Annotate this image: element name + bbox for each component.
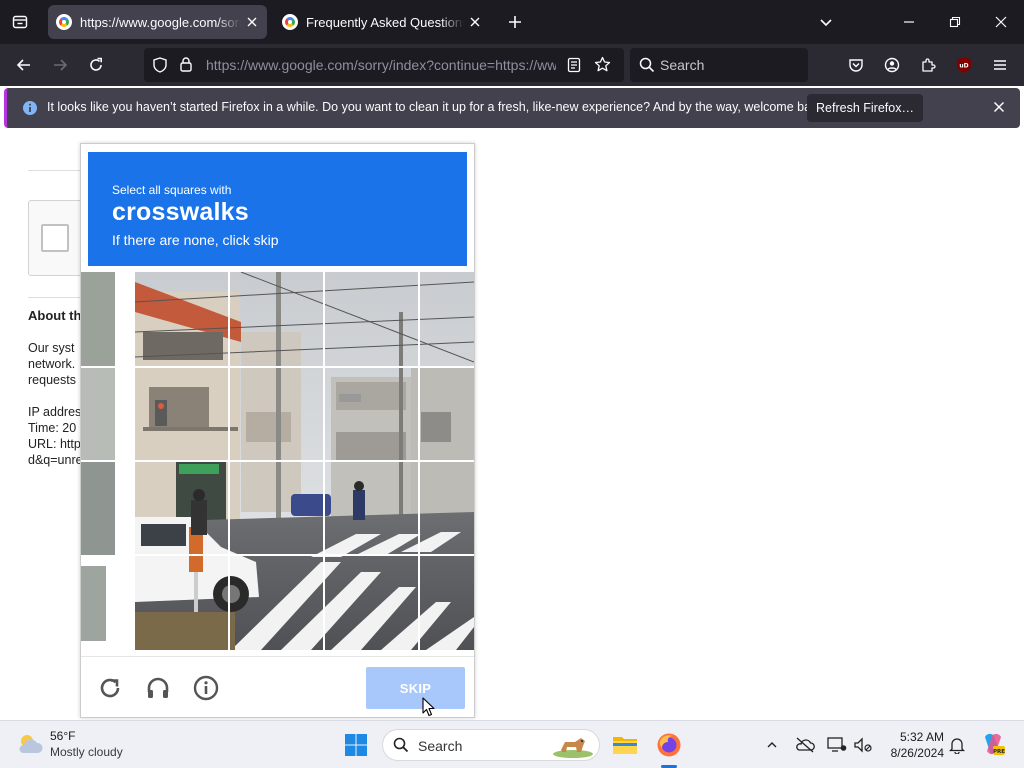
search-highlight-dog-icon bbox=[551, 732, 595, 763]
google-favicon-icon bbox=[56, 14, 72, 30]
url-label: URL: http bbox=[28, 437, 81, 451]
tab-strip: https://www.google.com/sorry/index?conti… bbox=[0, 0, 1024, 44]
svg-text:PRE: PRE bbox=[993, 749, 1005, 755]
info-icon bbox=[22, 100, 38, 121]
new-tab-icon[interactable] bbox=[503, 10, 527, 34]
info-icon[interactable] bbox=[191, 673, 221, 703]
volume-muted-icon[interactable] bbox=[851, 733, 875, 757]
body-text-line: network. bbox=[28, 357, 76, 371]
notification-message: It looks like you haven’t started Firefo… bbox=[47, 100, 828, 114]
reload-icon[interactable] bbox=[82, 51, 110, 79]
challenge-header: Select all squares with crosswalks If th… bbox=[88, 152, 467, 266]
weather-cloud-icon[interactable] bbox=[16, 731, 44, 762]
reader-view-icon[interactable] bbox=[566, 57, 582, 78]
tab-google-sorry[interactable]: https://www.google.com/sorry/index?conti… bbox=[48, 5, 267, 39]
body-text-line: Our syst bbox=[28, 341, 75, 355]
forward-arrow-icon[interactable] bbox=[46, 51, 74, 79]
account-icon[interactable] bbox=[878, 51, 906, 79]
system-clock[interactable]: 5:32 AM 8/26/2024 bbox=[880, 729, 944, 761]
taskbar-search-box[interactable]: Search bbox=[382, 729, 600, 761]
headphones-icon[interactable] bbox=[143, 673, 173, 703]
search-bar[interactable]: Search bbox=[630, 48, 808, 82]
tab-title: https://www.google.com/sorry/index?conti… bbox=[80, 14, 241, 30]
skip-button[interactable]: SKIP bbox=[366, 667, 465, 709]
time-label: Time: 20 bbox=[28, 421, 77, 435]
url-tail: d&q=unre bbox=[28, 453, 83, 467]
divider bbox=[28, 297, 84, 298]
weather-temperature[interactable]: 56°F bbox=[50, 729, 75, 743]
lock-icon[interactable] bbox=[178, 56, 194, 78]
search-placeholder: Search bbox=[660, 57, 705, 73]
about-heading: About th bbox=[28, 308, 82, 323]
recaptcha-challenge: Select all squares with crosswalks If th… bbox=[80, 143, 475, 718]
instruction-text: Select all squares with bbox=[112, 183, 232, 197]
show-hidden-icons-chevron-icon[interactable] bbox=[760, 733, 784, 757]
close-tab-icon[interactable] bbox=[241, 11, 263, 33]
network-display-icon[interactable] bbox=[825, 733, 849, 757]
clock-time: 5:32 AM bbox=[899, 730, 944, 744]
url-text[interactable]: https://www.google.com/sorry/index?conti… bbox=[206, 57, 556, 73]
tab-faq[interactable]: Frequently Asked Questions | noVNC bbox=[274, 5, 490, 39]
close-window-icon[interactable] bbox=[978, 0, 1024, 44]
firefox-icon[interactable] bbox=[652, 729, 686, 761]
chevron-down-icon[interactable] bbox=[814, 10, 838, 34]
refresh-firefox-notification: It looks like you haven’t started Firefo… bbox=[4, 88, 1020, 128]
search-icon bbox=[393, 737, 409, 758]
navigation-toolbar: https://www.google.com/sorry/index?conti… bbox=[0, 44, 1024, 86]
google-favicon-icon bbox=[282, 14, 298, 30]
notification-bell-icon[interactable] bbox=[945, 733, 969, 757]
windows-start-icon[interactable] bbox=[339, 729, 373, 761]
restore-icon[interactable] bbox=[932, 0, 978, 44]
bookmark-star-icon[interactable] bbox=[594, 56, 611, 78]
firefox-view-icon[interactable] bbox=[8, 10, 32, 34]
image-grid bbox=[81, 272, 474, 650]
ip-address-label: IP addres bbox=[28, 405, 82, 419]
refresh-firefox-button[interactable]: Refresh Firefox… bbox=[807, 94, 923, 122]
tracking-protection-shield-icon[interactable] bbox=[152, 57, 168, 78]
search-icon bbox=[639, 57, 655, 78]
target-object: crosswalks bbox=[112, 198, 249, 226]
windows-taskbar: 56°F Mostly cloudy Search 5:32 AM 8/26/2… bbox=[0, 720, 1024, 768]
url-bar[interactable]: https://www.google.com/sorry/index?conti… bbox=[144, 48, 624, 82]
extensions-icon[interactable] bbox=[914, 51, 942, 79]
weather-description[interactable]: Mostly cloudy bbox=[50, 745, 123, 759]
skip-hint: If there are none, click skip bbox=[112, 232, 279, 248]
challenge-footer: SKIP bbox=[81, 656, 474, 718]
file-explorer-icon[interactable] bbox=[608, 729, 642, 761]
close-notification-icon[interactable] bbox=[993, 100, 1005, 118]
menu-hamburger-icon[interactable] bbox=[986, 51, 1014, 79]
minimize-icon[interactable] bbox=[886, 0, 932, 44]
body-text-line: requests bbox=[28, 373, 76, 387]
back-arrow-icon[interactable] bbox=[10, 51, 38, 79]
pocket-icon[interactable] bbox=[842, 51, 870, 79]
ublock-origin-icon[interactable]: uD bbox=[950, 51, 978, 79]
recaptcha-checkbox[interactable] bbox=[41, 224, 69, 252]
close-tab-icon[interactable] bbox=[464, 11, 486, 33]
svg-text:uD: uD bbox=[959, 63, 968, 70]
tab-title: Frequently Asked Questions | noVNC bbox=[306, 14, 464, 30]
copilot-icon[interactable]: PRE bbox=[979, 730, 1007, 758]
taskbar-search-placeholder: Search bbox=[418, 738, 463, 754]
mouse-cursor-icon bbox=[422, 697, 436, 722]
onedrive-offline-icon[interactable] bbox=[793, 733, 817, 757]
divider bbox=[28, 170, 84, 171]
reload-icon[interactable] bbox=[95, 673, 125, 703]
clock-date: 8/26/2024 bbox=[890, 746, 944, 760]
